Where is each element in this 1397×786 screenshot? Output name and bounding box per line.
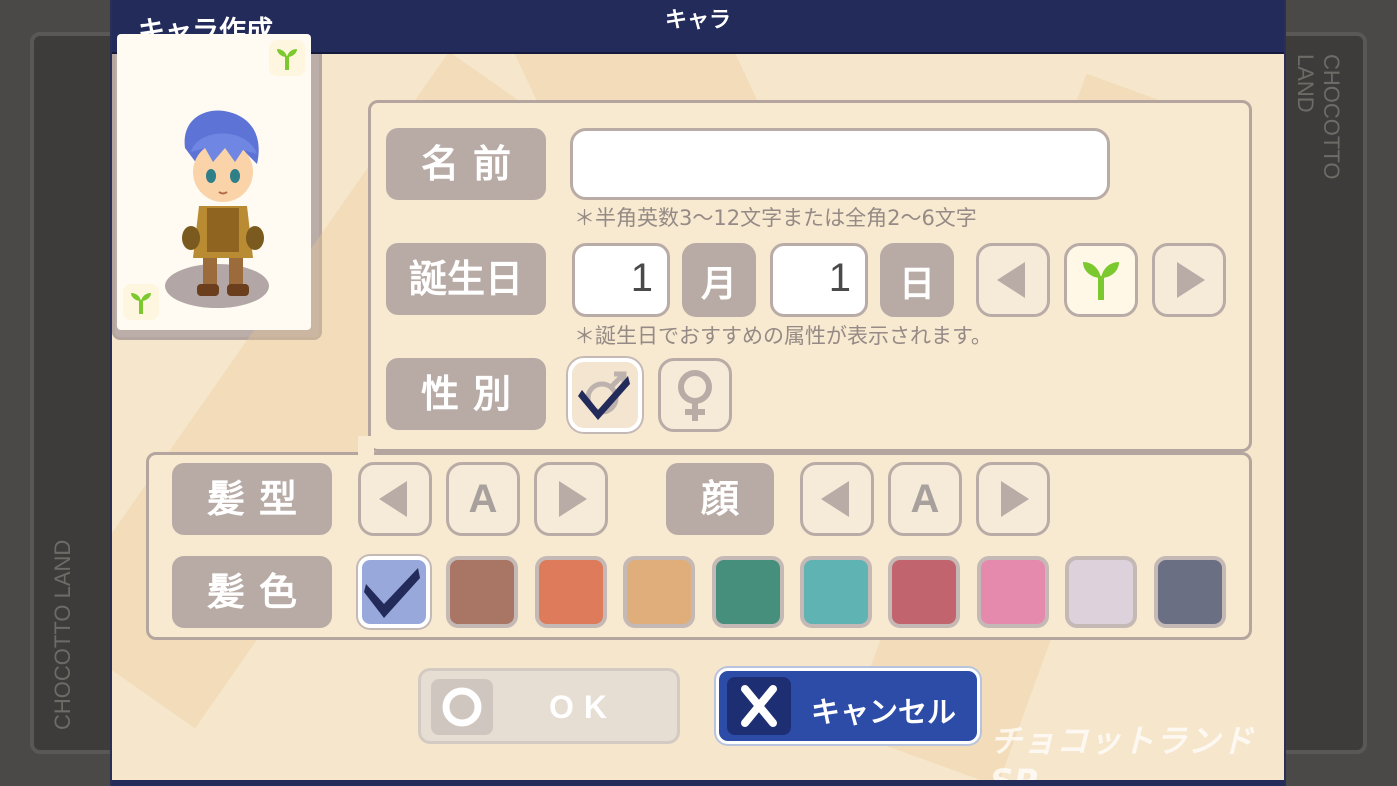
hairstyle-label: 髪型 [172, 463, 332, 535]
day-unit-label: 日 [880, 243, 954, 317]
birthday-month-field[interactable]: 1 [572, 243, 670, 317]
hair-color-swatch[interactable] [711, 556, 784, 628]
face-label: 顔 [666, 463, 774, 535]
right-arrow-icon [559, 481, 587, 517]
attribute-prev-button[interactable] [976, 243, 1050, 317]
gender-female-option[interactable] [658, 358, 732, 432]
birthday-hint: ＊誕生日でおすすめの属性が表示されます。 [574, 324, 992, 348]
month-unit-label: 月 [682, 243, 756, 317]
gender-label: 性別 [386, 358, 546, 430]
character-panel-label: キャラ [664, 8, 731, 33]
name-input[interactable] [570, 128, 1110, 200]
panel-connector [358, 436, 374, 456]
female-symbol-icon [678, 370, 712, 421]
check-icon [364, 568, 420, 618]
side-watermark-left: CHOCOTTO LAND [50, 539, 75, 730]
hair-color-swatch[interactable] [800, 556, 872, 628]
sprout-icon [269, 40, 305, 76]
hair-color-swatch[interactable] [976, 556, 1049, 628]
character-preview-panel: キャラ [112, 0, 731, 340]
cancel-button-label: キャンセル [811, 695, 957, 729]
sprout-icon [123, 284, 159, 320]
hairstyle-prev-button[interactable] [358, 462, 432, 536]
ok-button[interactable]: OK [418, 668, 680, 744]
left-arrow-icon [821, 481, 849, 517]
gender-male-option[interactable] [568, 358, 642, 432]
hair-color-swatch[interactable] [534, 556, 607, 628]
male-symbol-icon [578, 371, 630, 420]
hair-color-swatch[interactable] [1153, 556, 1226, 628]
hair-color-swatch[interactable] [1065, 556, 1138, 628]
left-arrow-icon [379, 481, 407, 517]
attribute-display [1064, 243, 1138, 317]
face-value: A [888, 462, 962, 536]
close-icon [727, 677, 791, 735]
side-watermark-right: CHOCOTTO LAND [1293, 54, 1344, 180]
hair-color-swatch[interactable] [358, 556, 430, 628]
character-creation-dialog: キャラ作成 キャラ 名前 ＊半角英数3〜12文字または全角2〜6文字 誕生日 1… [110, 0, 1286, 786]
hair-color-swatch[interactable] [446, 556, 519, 628]
cancel-button[interactable]: キャンセル [716, 668, 980, 744]
hairstyle-next-button[interactable] [534, 462, 608, 536]
right-arrow-icon [1001, 481, 1029, 517]
attribute-next-button[interactable] [1152, 243, 1226, 317]
birthday-day-field[interactable]: 1 [770, 243, 868, 317]
hair-color-swatch[interactable] [888, 556, 961, 628]
game-logo: チョコットランドSP [990, 722, 1255, 786]
character-sprite [182, 110, 264, 296]
confirm-circle-icon [431, 679, 493, 735]
dialog-bottom-border [112, 780, 1284, 786]
face-next-button[interactable] [976, 462, 1050, 536]
name-hint: ＊半角英数3〜12文字または全角2〜6文字 [574, 206, 977, 230]
game-screen: CHOCOTTO LAND CHOCOTTO LAND キャラ作成 キャラ 名前… [0, 0, 1397, 786]
character-preview [117, 34, 311, 330]
face-prev-button[interactable] [800, 462, 874, 536]
hair-color-swatch[interactable] [623, 556, 696, 628]
left-arrow-icon [997, 262, 1025, 298]
right-arrow-icon [1177, 262, 1205, 298]
sprout-icon [1083, 262, 1119, 300]
name-label: 名前 [386, 128, 546, 200]
birthday-label: 誕生日 [386, 243, 546, 315]
hairstyle-value: A [446, 462, 520, 536]
ok-button-label: OK [549, 689, 617, 725]
hair-color-label: 髪色 [172, 556, 332, 628]
